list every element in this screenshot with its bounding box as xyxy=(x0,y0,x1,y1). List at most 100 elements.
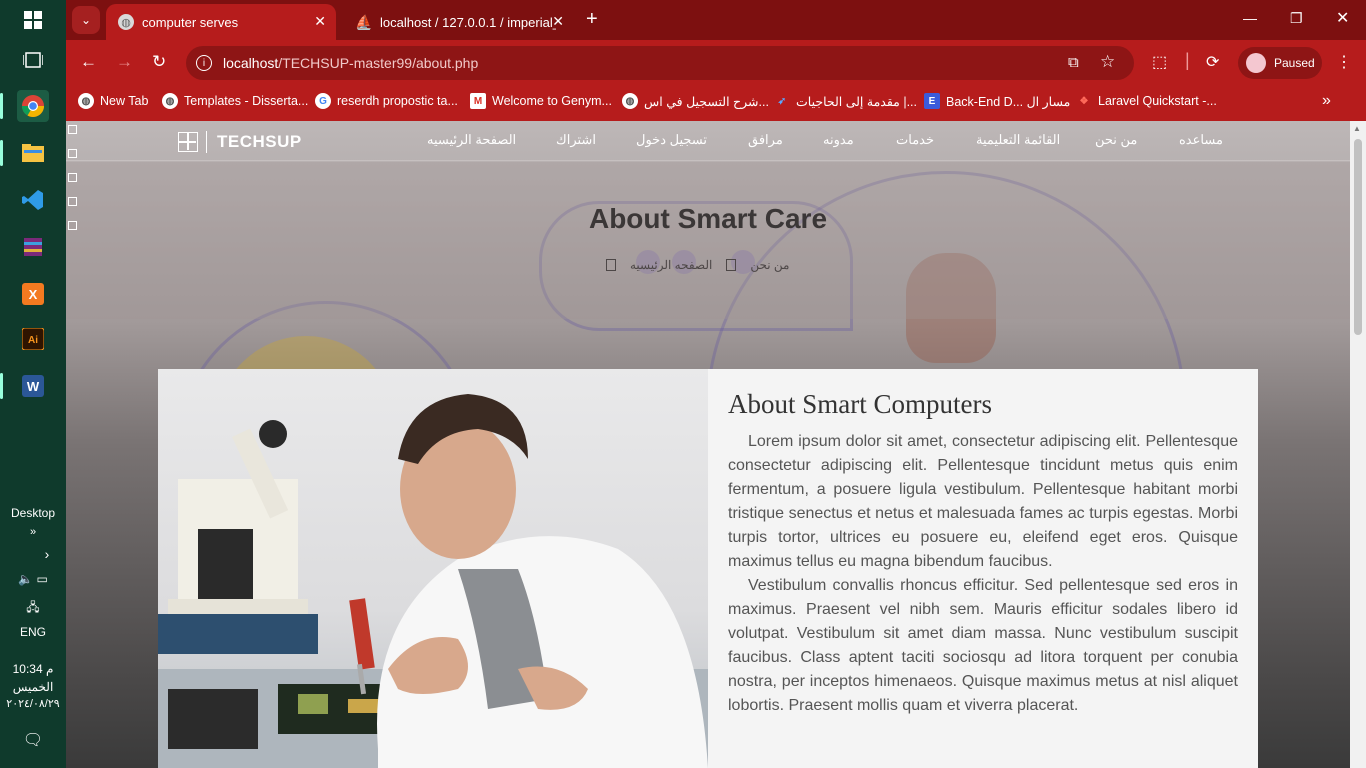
reload-icon[interactable]: ↻ xyxy=(152,52,166,72)
nav-blog[interactable]: مدونه xyxy=(823,132,854,148)
svg-text:W: W xyxy=(27,379,40,394)
clock-date: ٢٠٢٤/٠٨/٢٩ xyxy=(6,698,60,710)
browser-window: ⌄ ◍ computer serves ✕ ⛵ localhost / 127.… xyxy=(66,0,1366,768)
about-title: About Smart Computers xyxy=(728,389,992,419)
profile-paused-button[interactable]: Paused xyxy=(1238,47,1322,79)
bookmark-star-icon[interactable]: ☆ xyxy=(1100,52,1115,72)
forward-icon[interactable]: → xyxy=(116,52,133,72)
about-paragraph: Vestibulum convallis rhoncus efficitur. … xyxy=(728,577,1238,714)
breadcrumb: الصفحه الرئيسيه من نحن xyxy=(606,258,789,272)
e-icon: E xyxy=(924,93,940,109)
nav-services[interactable]: خدمات xyxy=(896,132,934,148)
language-indicator[interactable]: ENG xyxy=(0,625,66,639)
nav-help[interactable]: مساعده xyxy=(1179,132,1223,148)
tab-search-icon[interactable]: ⌄ xyxy=(72,6,100,34)
close-tab-icon[interactable]: ✕ xyxy=(552,13,564,30)
separator-icon xyxy=(726,259,737,271)
nav-about[interactable]: من نحن xyxy=(1095,132,1137,148)
breadcrumb-home[interactable]: الصفحه الرئيسيه xyxy=(630,258,712,272)
flutter-icon: ➶ xyxy=(777,95,787,107)
svg-text:X: X xyxy=(29,287,38,302)
nav-home[interactable]: الصفحة الرئيسيه xyxy=(427,132,516,148)
bookmark-templates[interactable]: ◍ Templates - Disserta... xyxy=(162,93,308,109)
logo-mark-icon xyxy=(178,132,198,152)
more-bookmarks-icon[interactable]: » xyxy=(1322,92,1331,110)
file-explorer-icon[interactable] xyxy=(17,137,49,169)
bookmark-backend[interactable]: E Back-End D... مسار ال xyxy=(924,93,1070,109)
desktop-chevron-icon[interactable]: » xyxy=(0,526,66,538)
nav-facilities[interactable]: مرافق xyxy=(748,132,783,148)
page-title: About Smart Care xyxy=(588,203,828,234)
google-icon: G xyxy=(315,93,331,109)
avatar xyxy=(1246,53,1266,73)
windows-start-icon[interactable] xyxy=(17,4,49,36)
close-tab-icon[interactable]: ✕ xyxy=(314,13,326,30)
url-path: /TECHSUP-master99/about.php xyxy=(278,55,479,71)
word-icon[interactable]: W xyxy=(17,370,49,402)
clock-time[interactable]: 10:34 م xyxy=(0,662,66,676)
checkbox[interactable] xyxy=(68,173,77,182)
tab-phpmyadmin[interactable]: ⛵ localhost / 127.0.0.1 / imperial_ ✕ xyxy=(344,4,574,40)
bookmark-reserdh[interactable]: Greserdh propostic ta... xyxy=(315,93,458,109)
back-icon[interactable]: ← xyxy=(80,52,97,72)
globe-icon: ◍ xyxy=(162,93,178,109)
breadcrumb-current: من نحن xyxy=(750,258,790,272)
menu-kebab-icon[interactable]: ⋮ xyxy=(1336,52,1352,72)
nav-login[interactable]: تسجيل دخول xyxy=(636,132,707,148)
address-bar[interactable]: i localhost/TECHSUP-master99/about.php ⧉… xyxy=(186,46,1134,80)
site-info-icon[interactable]: i xyxy=(196,55,212,71)
nav-education-menu[interactable]: القائمة التعليمية xyxy=(976,132,1060,148)
nav-subscribe[interactable]: اشتراك xyxy=(556,132,596,148)
profile-status: Paused xyxy=(1274,56,1315,70)
bookmark-arabic-registration[interactable]: ◍ شرح التسجيل في اس... xyxy=(622,93,769,109)
tab-title: localhost / 127.0.0.1 / imperial_ xyxy=(380,14,556,30)
tab-title: computer serves xyxy=(142,14,239,30)
minimize-icon[interactable]: — xyxy=(1243,10,1257,26)
volume-icon[interactable]: 🔈 ▭ xyxy=(0,572,66,586)
vscode-icon[interactable] xyxy=(17,184,49,216)
chrome-taskbar-icon[interactable] xyxy=(17,90,49,122)
winrar-icon[interactable] xyxy=(17,231,49,263)
illustrator-icon[interactable]: Ai xyxy=(17,323,49,355)
bookmarks-bar: ◍ New Tab ◍ Templates - Disserta... Greser… xyxy=(66,86,1366,121)
task-view-icon[interactable] xyxy=(17,44,49,76)
translate-icon[interactable]: ⧉ xyxy=(1068,54,1079,71)
network-icon[interactable]: 🖧 xyxy=(0,598,66,619)
xampp-icon[interactable]: X xyxy=(17,278,49,310)
site-navbar: TECHSUP الصفحة الرئيسيه اشتراك تسجيل دخو… xyxy=(66,121,1350,161)
technician-photo xyxy=(158,369,708,768)
page-scrollbar[interactable]: ▲ xyxy=(1350,121,1366,768)
web-page: TECHSUP الصفحة الرئيسيه اشتراك تسجيل دخو… xyxy=(66,121,1366,768)
bookmark-new-tab[interactable]: ◍ New Tab xyxy=(78,93,148,109)
toolbar-divider: | xyxy=(1185,50,1190,70)
globe-icon: ◍ xyxy=(78,93,94,109)
tab-strip: ⌄ ◍ computer serves ✕ ⛵ localhost / 127.… xyxy=(66,0,1366,40)
bookmark-genymotion[interactable]: M Welcome to Genym... xyxy=(470,93,612,109)
extensions-icon[interactable]: ⬚ xyxy=(1152,52,1167,72)
performance-icon[interactable]: ⟳ xyxy=(1206,52,1219,72)
url-host: localhost xyxy=(223,55,279,71)
svg-text:Ai: Ai xyxy=(28,335,38,346)
notifications-icon[interactable]: 🗨 xyxy=(0,730,66,750)
scroll-up-icon[interactable]: ▲ xyxy=(1353,124,1361,133)
desktop-label[interactable]: Desktop xyxy=(0,506,66,520)
restore-icon[interactable]: ❐ xyxy=(1290,10,1303,27)
about-section: About Smart Computers Lorem ipsum dolor … xyxy=(158,369,1258,768)
gmail-icon: M xyxy=(470,93,486,109)
new-tab-button[interactable]: + xyxy=(586,8,598,31)
globe-icon: ◍ xyxy=(622,93,638,109)
bookmark-laravel[interactable]: ❖ Laravel Quickstart -... xyxy=(1076,93,1217,109)
home-icon xyxy=(606,259,616,271)
tab-computer-serves[interactable]: ◍ computer serves ✕ xyxy=(106,4,336,40)
about-paragraph: Lorem ipsum dolor sit amet, consectetur … xyxy=(728,433,1238,570)
clock-day: الخميس xyxy=(12,680,54,694)
laravel-icon: ❖ xyxy=(1079,95,1089,107)
windows-taskbar: X Ai W Desktop » › 🔈 ▭ 🖧 ENG 10:34 م الخ… xyxy=(0,0,66,768)
hero-band xyxy=(66,162,1350,319)
scrollbar-thumb[interactable] xyxy=(1354,139,1362,335)
bookmark-arabic-intro[interactable]: ➶ مقدمة إلى الحاجيات |... xyxy=(774,93,917,109)
browser-toolbar: ← → ↻ i localhost/TECHSUP-master99/about… xyxy=(66,40,1366,86)
phpmyadmin-icon: ⛵ xyxy=(355,13,373,30)
site-logo[interactable]: TECHSUP xyxy=(178,131,302,153)
close-window-icon[interactable]: ✕ xyxy=(1336,8,1349,28)
